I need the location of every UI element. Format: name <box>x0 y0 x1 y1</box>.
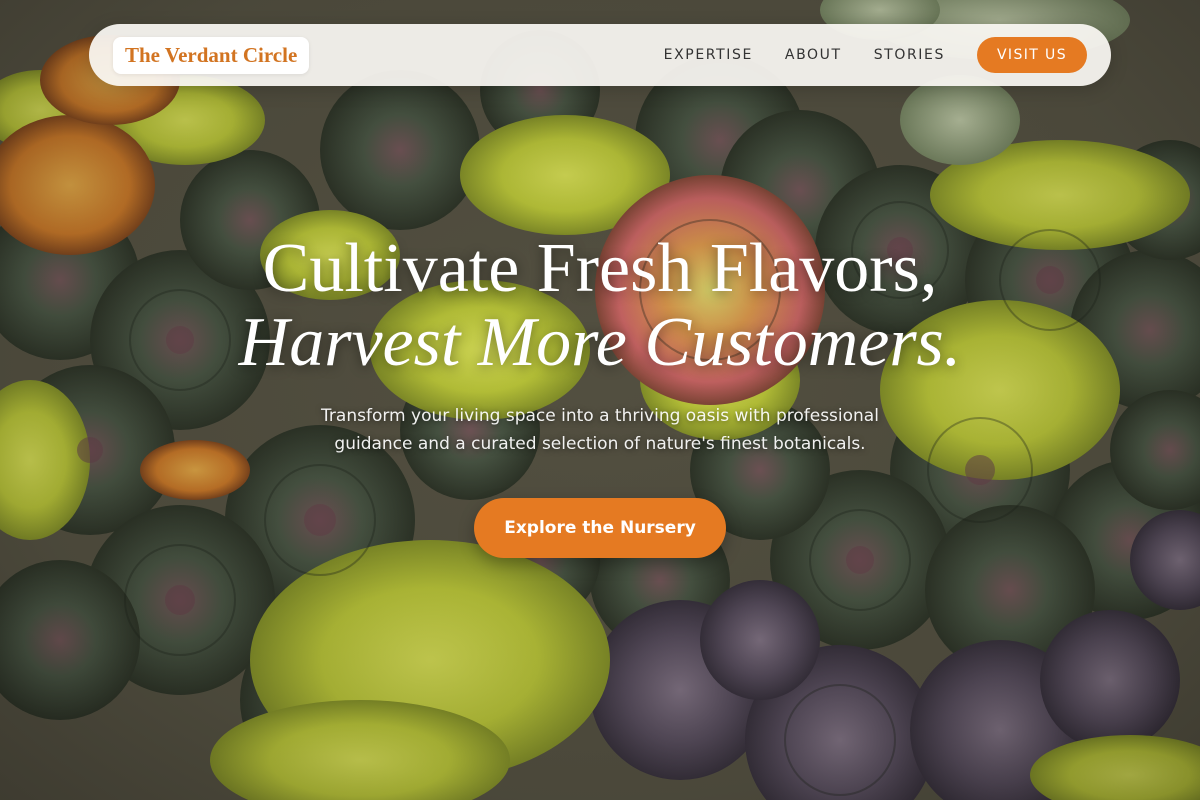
hero-content: Cultivate Fresh Flavors, Harvest More Cu… <box>0 232 1200 558</box>
brand-logo[interactable]: The Verdant Circle <box>113 36 310 74</box>
hero-subtitle: Transform your living space into a thriv… <box>321 406 879 454</box>
hero-section: The Verdant Circle EXPERTISE ABOUT STORI… <box>0 0 1200 800</box>
nav-link-stories[interactable]: STORIES <box>874 47 945 63</box>
hero-headline: Cultivate Fresh Flavors, Harvest More Cu… <box>0 232 1200 380</box>
nav-link-expertise[interactable]: EXPERTISE <box>664 47 753 63</box>
visit-us-button[interactable]: VISIT US <box>976 37 1087 73</box>
nav-links: EXPERTISE ABOUT STORIES VISIT US <box>632 37 1087 73</box>
top-navbar: The Verdant Circle EXPERTISE ABOUT STORI… <box>89 24 1111 86</box>
explore-nursery-button[interactable]: Explore the Nursery <box>474 498 726 558</box>
nav-link-about[interactable]: ABOUT <box>785 47 842 63</box>
headline-line-1: Cultivate Fresh Flavors, <box>262 230 938 307</box>
headline-line-2: Harvest More Customers. <box>238 304 962 381</box>
